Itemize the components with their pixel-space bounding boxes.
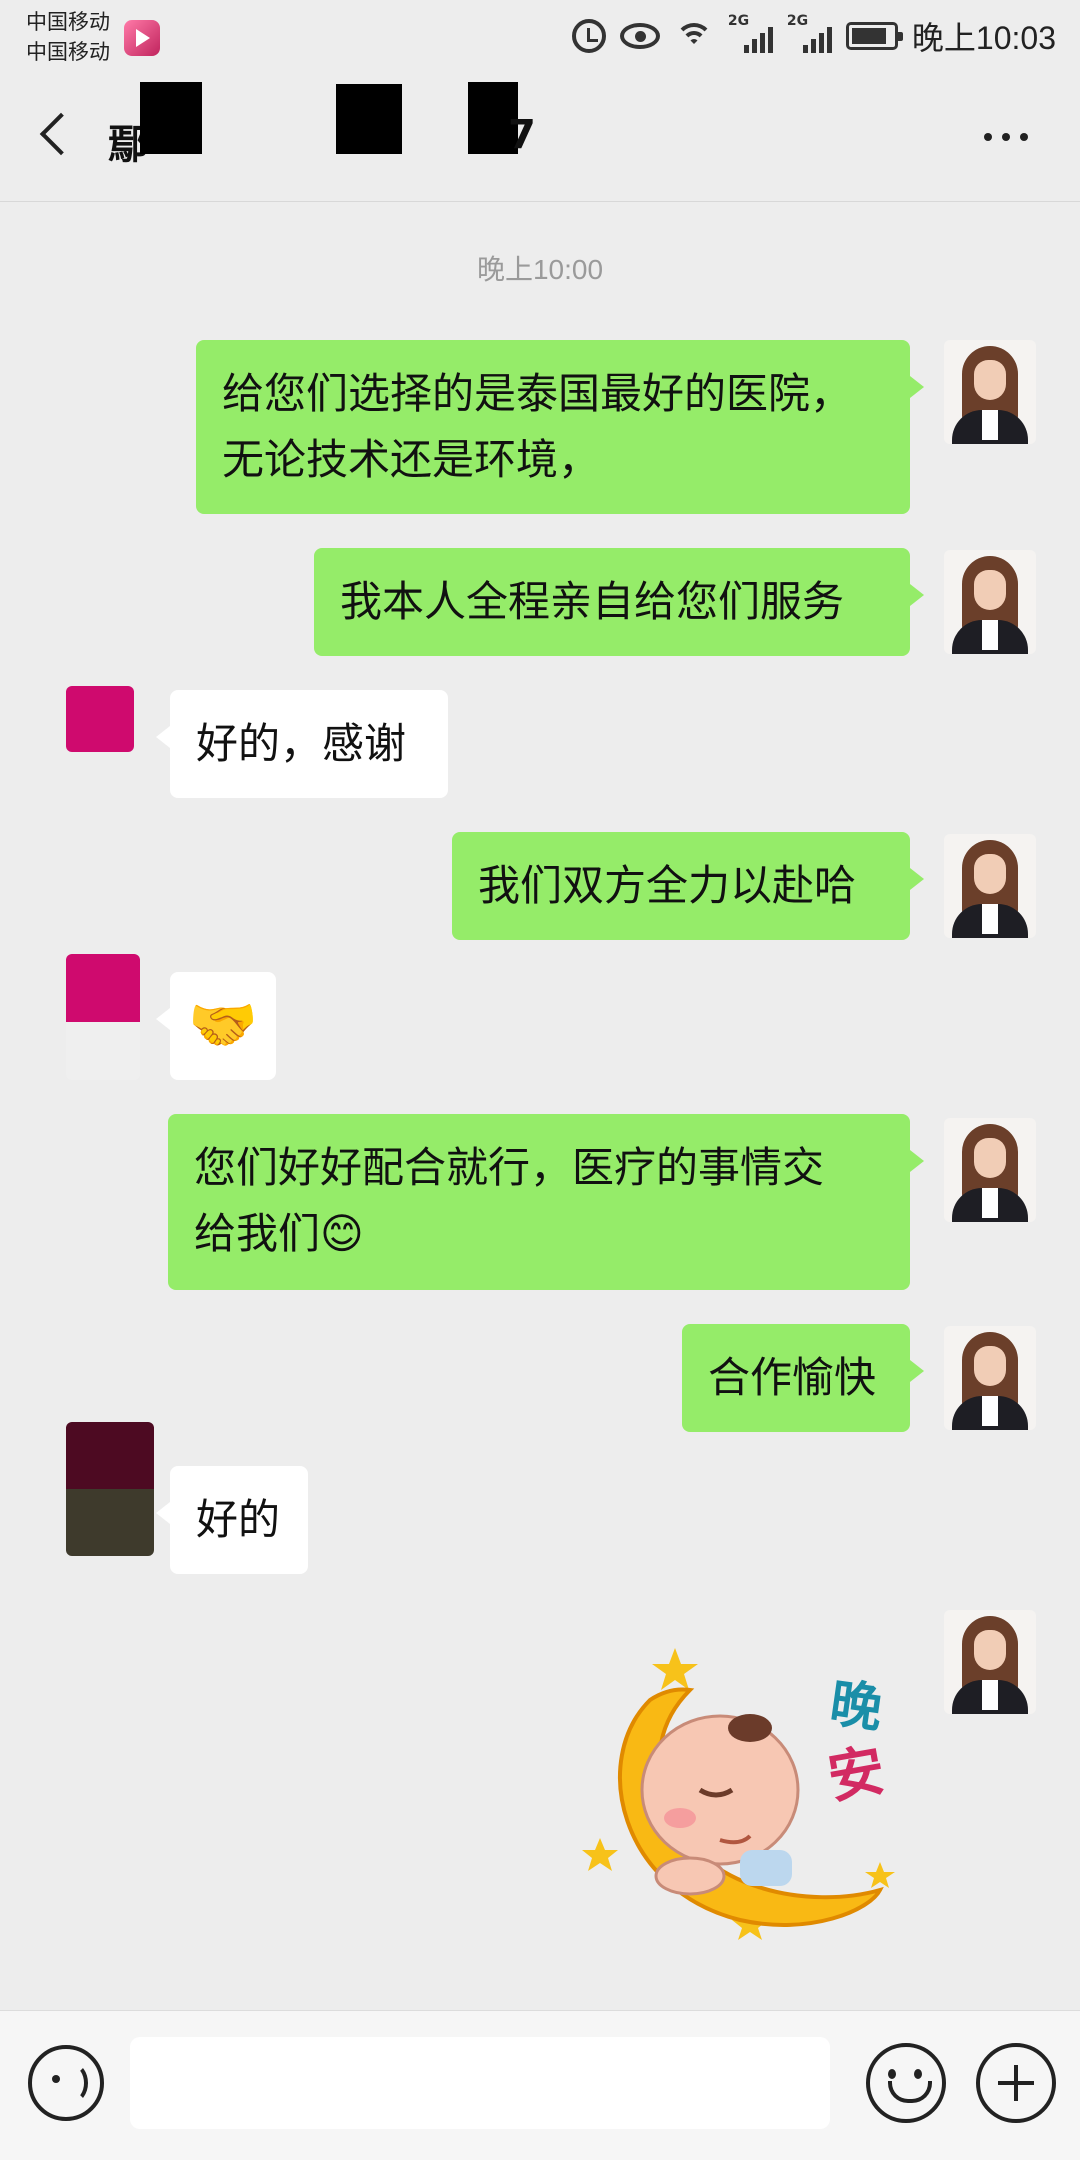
- app-notification-icon: [124, 20, 160, 56]
- message-text: 好的: [196, 1495, 281, 1544]
- redaction-block: [336, 84, 402, 154]
- good-night-sticker[interactable]: 晚 安: [580, 1640, 910, 1950]
- my-avatar[interactable]: [944, 1610, 1036, 1714]
- sticker-text-2: 安: [823, 1738, 889, 1812]
- signal-icon: 2G: [728, 13, 773, 53]
- signal-label-1: 2G: [727, 13, 750, 29]
- my-avatar[interactable]: [944, 340, 1036, 444]
- signal-icon-2: 2G: [787, 13, 832, 53]
- contact-avatar[interactable]: [66, 1422, 154, 1556]
- redaction-block: [140, 82, 202, 154]
- message-bubble-sent[interactable]: 我本人全程亲自给您们服务: [314, 548, 924, 656]
- message-text: 给您们选择的是泰国最好的医院，: [222, 369, 853, 418]
- contact-avatar[interactable]: [66, 686, 134, 752]
- sticker-text-1: 晚: [826, 1673, 886, 1740]
- back-button[interactable]: [28, 104, 88, 164]
- message-bubble-received[interactable]: 好的: [156, 1466, 308, 1574]
- message-text: 好的，感谢: [196, 719, 407, 768]
- my-avatar[interactable]: [944, 1326, 1036, 1430]
- carrier-label-1: 中国移动: [26, 10, 110, 34]
- message-bubble-sent[interactable]: 我们双方全力以赴哈: [452, 832, 924, 940]
- alarm-icon: [571, 19, 606, 53]
- message-bubble-sent[interactable]: 给您们选择的是泰国最好的医院， 无论技术还是环境，: [196, 340, 924, 514]
- more-functions-button[interactable]: [976, 2043, 1056, 2123]
- input-bar: [0, 2010, 1080, 2160]
- message-input[interactable]: [130, 2037, 830, 2129]
- signal-label-2: 2G: [786, 13, 809, 29]
- chat-header: 鄢 7: [0, 70, 1080, 202]
- wifi-icon: [674, 19, 714, 53]
- message-text: 合作愉快: [708, 1353, 877, 1402]
- carrier-label-2: 中国移动: [26, 40, 110, 64]
- more-icon: [984, 133, 992, 141]
- more-button[interactable]: [984, 122, 1044, 152]
- contact-avatar[interactable]: [66, 954, 140, 1080]
- status-bar: 中国移动 中国移动 2G 2G 晚上10:03: [0, 0, 1080, 70]
- message-bubble-received[interactable]: 🤝: [156, 972, 276, 1080]
- status-time: 晚上10:03: [911, 20, 1056, 56]
- message-text: 我本人全程亲自给您们服务: [340, 577, 845, 626]
- message-text: 无论技术还是环境，: [222, 435, 601, 484]
- message-bubble-received[interactable]: 好的，感谢: [156, 690, 448, 798]
- battery-icon: [845, 22, 903, 50]
- my-avatar[interactable]: [944, 834, 1036, 938]
- voice-button[interactable]: [28, 2045, 104, 2121]
- message-text: 我们双方全力以赴哈: [478, 861, 857, 910]
- status-icons: 2G 2G 晚上10:03: [571, 13, 1056, 58]
- chat-title-suffix: 7: [508, 112, 536, 158]
- emoji-button[interactable]: [866, 2043, 946, 2123]
- chat-timestamp: 晚上10:00: [476, 254, 604, 285]
- message-bubble-sent[interactable]: 合作愉快: [682, 1324, 924, 1432]
- message-text: 您们好好配合就行，医疗的事情交: [194, 1143, 825, 1192]
- eye-icon: [619, 23, 660, 49]
- my-avatar[interactable]: [944, 1118, 1036, 1222]
- sleeping-baby: [640, 1714, 800, 1896]
- message-bubble-sent[interactable]: 您们好好配合就行，医疗的事情交 给我们😊: [168, 1114, 924, 1290]
- handshake-emoji: 🤝: [188, 993, 258, 1058]
- message-text: 给我们😊: [194, 1209, 364, 1258]
- my-avatar[interactable]: [944, 550, 1036, 654]
